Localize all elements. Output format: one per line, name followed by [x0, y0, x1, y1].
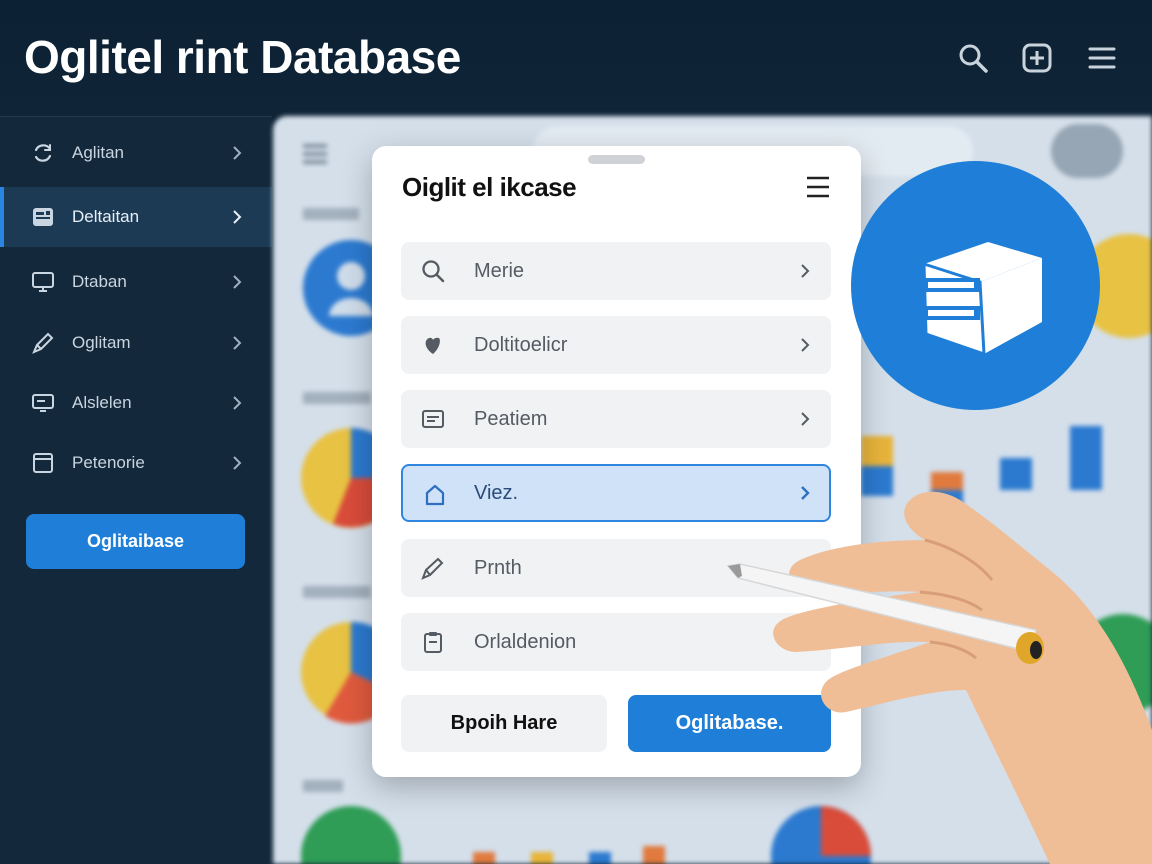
sidebar-database-button[interactable]: Oglitaibase — [26, 514, 245, 569]
sidebar-item-label: Petenorie — [72, 453, 145, 472]
sidebar-item-dtaban[interactable]: Dtaban — [0, 252, 272, 312]
app-header: Oglitel rint Database — [0, 0, 1152, 116]
sidebar-item-aglitan[interactable]: Aglitan — [0, 123, 272, 183]
dialog-card: Oiglit el ikcase Merie Doltitoelicr Peat… — [372, 146, 861, 777]
primary-button[interactable]: Oglitabase. — [628, 695, 831, 752]
sidebar-item-label: Oglitam — [72, 333, 131, 352]
pen-icon — [419, 554, 447, 582]
sync-icon — [30, 140, 56, 166]
menu-icon[interactable] — [804, 174, 832, 200]
drag-handle[interactable] — [588, 155, 645, 164]
dialog-row-peatiem[interactable]: Peatiem — [401, 390, 831, 448]
secondary-button[interactable]: Bpoih Hare — [401, 695, 607, 752]
pen-icon — [30, 330, 56, 356]
sidebar-item-label: Dtaban — [72, 272, 127, 291]
database-box-icon — [851, 161, 1100, 410]
document-icon — [419, 405, 447, 433]
chevron-right-icon — [233, 275, 242, 289]
app-title: Oglitel rint Database — [24, 31, 461, 83]
dialog-row-label: Orlaldenion — [474, 631, 577, 653]
dialog-row-label: Peatiem — [474, 408, 548, 430]
dialog-row-label: Viez. — [474, 482, 519, 504]
home-icon — [421, 481, 449, 509]
chevron-right-icon — [801, 264, 810, 278]
chevron-right-icon — [233, 456, 242, 470]
dialog-row-label: Doltitoelicr — [474, 334, 568, 356]
dialog-row-doltitoelicr[interactable]: Doltitoelicr — [401, 316, 831, 374]
screen-icon — [30, 390, 56, 416]
chevron-right-icon — [801, 338, 810, 352]
dialog-row-merie[interactable]: Merie — [401, 242, 831, 300]
dialog-row-prnth[interactable]: Prnth — [401, 539, 831, 597]
chevron-right-icon — [801, 412, 810, 426]
dialog-row-label: Prnth — [474, 557, 522, 579]
add-icon[interactable] — [1019, 40, 1055, 76]
chevron-right-icon — [233, 146, 242, 160]
sidebar-item-label: Alslelen — [72, 393, 132, 412]
heart-icon — [419, 331, 447, 359]
search-icon — [419, 257, 447, 285]
dialog-row-viez[interactable]: Viez. — [401, 464, 831, 522]
dialog-title: Oiglit el ikcase — [402, 172, 577, 202]
chevron-right-icon — [233, 336, 242, 350]
sidebar: Aglitan Deltaitan Dtaban Oglitam Alslele… — [0, 116, 272, 864]
monitor-icon — [30, 269, 56, 295]
sidebar-item-petenorie[interactable]: Petenorie — [0, 433, 272, 493]
sidebar-item-alslelen[interactable]: Alslelen — [0, 373, 272, 433]
chevron-right-icon — [233, 396, 242, 410]
window-icon — [30, 450, 56, 476]
dialog-row-label: Merie — [474, 260, 525, 282]
menu-icon[interactable] — [1084, 40, 1120, 76]
search-icon[interactable] — [955, 40, 991, 76]
sidebar-item-oglitam[interactable]: Oglitam — [0, 313, 272, 373]
clipboard-icon — [419, 628, 447, 656]
dialog-row-orlaldenion[interactable]: Orlaldenion — [401, 613, 831, 671]
sidebar-item-label: Deltaitan — [72, 207, 140, 226]
sidebar-item-label: Aglitan — [72, 143, 124, 162]
sidebar-item-deltaitan[interactable]: Deltaitan — [0, 187, 272, 247]
chevron-right-icon — [233, 210, 242, 224]
chevron-right-icon — [801, 486, 810, 500]
dashboard-icon — [30, 204, 56, 230]
